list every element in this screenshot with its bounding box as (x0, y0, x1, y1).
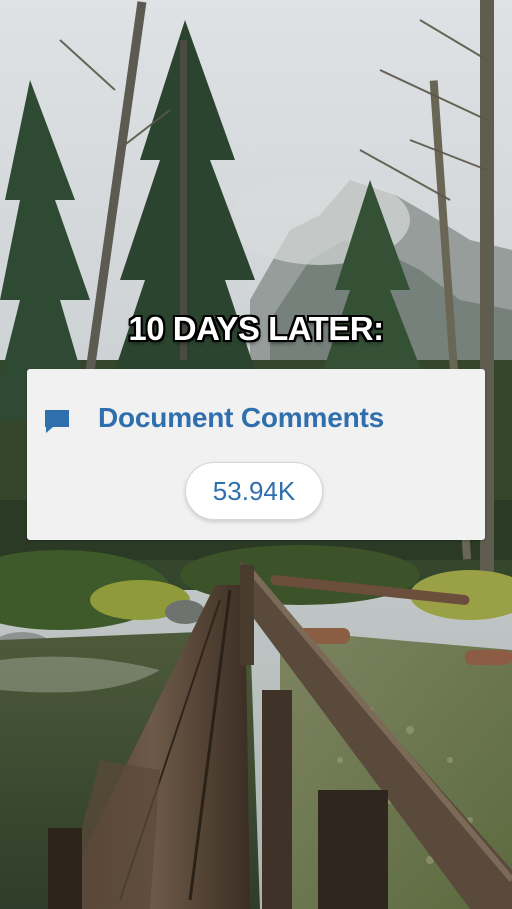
overlay-caption: 10 DAYS LATER: (128, 310, 384, 347)
comment-icon (45, 410, 69, 433)
video-frame: 10 DAYS LATER: Document Comments 53.94K (0, 0, 512, 909)
comment-count-badge: 53.94K (185, 462, 323, 520)
stats-card: Document Comments 53.94K (27, 369, 485, 540)
card-title: Document Comments (98, 402, 384, 433)
